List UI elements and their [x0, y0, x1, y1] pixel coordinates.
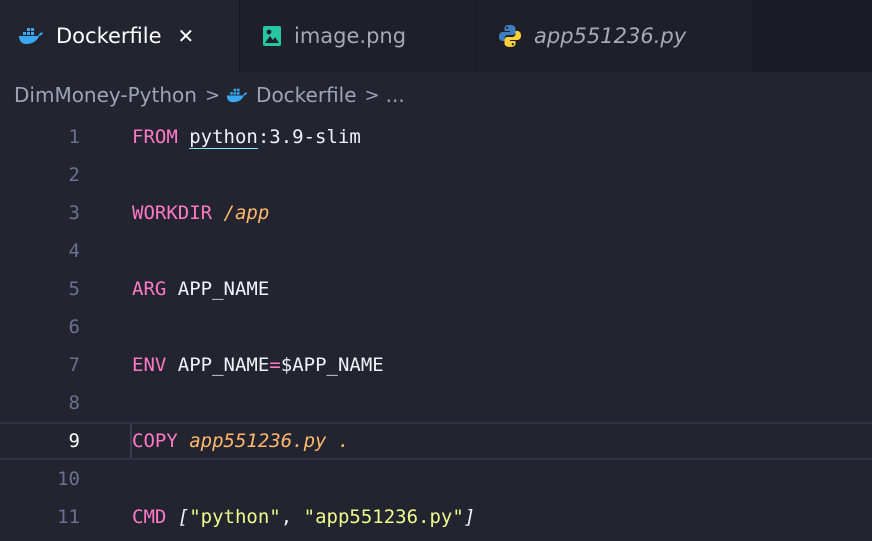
code-text: ENV APP_NAME=$APP_NAME — [132, 354, 384, 376]
line-number: 4 — [68, 240, 80, 262]
path-token: app551236.py — [189, 430, 327, 452]
code-text: WORKDIR /app — [132, 202, 269, 224]
tab-label: image.png — [294, 24, 407, 48]
close-icon[interactable]: ✕ — [178, 24, 195, 48]
code-line[interactable]: 10 — [0, 460, 872, 498]
breadcrumb-file[interactable]: Dockerfile — [256, 83, 357, 107]
env-name-token: APP_NAME — [177, 354, 270, 376]
line-number: 3 — [68, 202, 80, 224]
breadcrumb-separator: > — [364, 84, 380, 106]
docker-icon — [18, 26, 44, 46]
keyword-token: WORKDIR — [132, 202, 213, 224]
line-number: 9 — [68, 430, 80, 452]
env-value-token: $APP_NAME — [280, 354, 384, 376]
string-token: "app551236.py" — [303, 506, 464, 528]
code-editor[interactable]: 1 FROM python:3.9-slim 2 3 WORKDIR /app … — [0, 118, 872, 541]
code-text: COPY app551236.py . — [132, 430, 349, 452]
code-line[interactable]: 1 FROM python:3.9-slim — [0, 118, 872, 156]
tag-token: :3.9-slim — [257, 126, 361, 148]
tab-label: app551236.py — [534, 24, 687, 48]
image-file-icon — [262, 25, 282, 47]
image-token: python — [189, 126, 258, 148]
code-text: FROM python:3.9-slim — [132, 126, 361, 148]
path-token: . — [337, 430, 350, 452]
tab-dockerfile[interactable]: Dockerfile ✕ — [0, 0, 240, 72]
code-line[interactable]: 3 WORKDIR /app — [0, 194, 872, 232]
line-number: 7 — [68, 354, 80, 376]
operator-token: = — [269, 354, 281, 376]
python-icon — [498, 24, 522, 48]
tab-label: Dockerfile — [56, 24, 162, 48]
line-number: 2 — [68, 164, 80, 186]
code-line[interactable]: 11 CMD ["python", "app551236.py"] — [0, 498, 872, 536]
bracket-token: ] — [463, 506, 476, 528]
code-text: CMD ["python", "app551236.py"] — [132, 506, 475, 528]
code-line[interactable]: 5 ARG APP_NAME — [0, 270, 872, 308]
path-token: /app — [223, 202, 270, 224]
keyword-token: ARG — [132, 278, 167, 300]
line-number: 8 — [68, 392, 80, 414]
code-line[interactable]: 2 — [0, 156, 872, 194]
code-line-current[interactable]: 9 COPY app551236.py . — [0, 422, 872, 460]
tab-app-py[interactable]: app551236.py — [476, 0, 754, 72]
line-number: 1 — [68, 126, 80, 148]
line-number: 10 — [57, 468, 80, 490]
keyword-token: ENV — [132, 354, 167, 376]
code-line[interactable]: 8 — [0, 384, 872, 422]
breadcrumb-separator: > — [204, 84, 221, 106]
code-line[interactable]: 6 — [0, 308, 872, 346]
keyword-token: CMD — [132, 506, 167, 528]
keyword-token: FROM — [132, 126, 178, 148]
keyword-token: COPY — [132, 430, 178, 452]
breadcrumb-folder[interactable]: DimMoney-Python — [14, 83, 197, 107]
editor-window: Dockerfile ✕ image.png app551236.py DimM… — [0, 0, 872, 541]
code-line[interactable]: 4 — [0, 232, 872, 270]
code-line[interactable]: 7 ENV APP_NAME=$APP_NAME — [0, 346, 872, 384]
breadcrumb-symbols[interactable]: ... — [386, 83, 405, 107]
tab-image-png[interactable]: image.png — [240, 0, 476, 72]
breadcrumb: DimMoney-Python > Dockerfile > ... — [0, 72, 872, 118]
tab-bar-empty-area — [754, 0, 872, 72]
line-number: 11 — [57, 506, 80, 528]
string-token: "python" — [189, 506, 281, 528]
code-text: ARG APP_NAME — [132, 278, 269, 300]
line-number: 6 — [68, 316, 80, 338]
docker-icon — [226, 87, 248, 104]
bracket-token: [ — [177, 506, 190, 528]
tab-bar: Dockerfile ✕ image.png app551236.py — [0, 0, 872, 72]
line-number: 5 — [68, 278, 80, 300]
arg-token: APP_NAME — [177, 278, 270, 300]
comma-token: , — [280, 506, 293, 528]
